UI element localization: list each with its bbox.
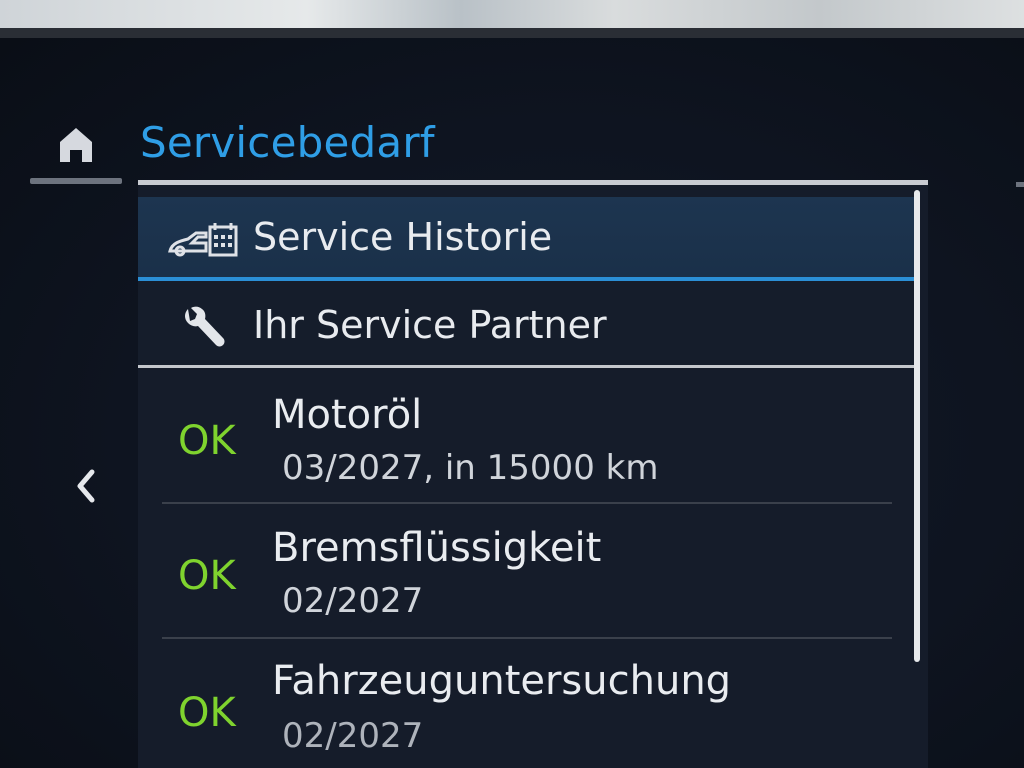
status-ok: OK [178,418,236,464]
car-display-photo: Servicebedarf Service Historie Ihr Servi… [0,0,1024,768]
list-divider [162,637,892,639]
home-icon[interactable] [56,122,96,166]
scrollbar[interactable] [914,190,920,662]
service-item-bremsfluessigkeit[interactable]: OK Bremsflüssigkeit 02/2027 [138,505,916,639]
service-name: Motoröl [272,392,423,438]
service-due: 03/2027, in 15000 km [282,448,659,488]
service-item-motoroel[interactable]: OK Motoröl 03/2027, in 15000 km [138,370,916,504]
car-calendar-icon [168,223,238,257]
service-name: Bremsflüssigkeit [272,525,602,571]
service-item-fahrzeuguntersuchung[interactable]: OK Fahrzeuguntersuchung 02/2027 [138,640,916,768]
status-ok: OK [178,553,236,599]
service-name: Fahrzeuguntersuchung [272,658,732,704]
menu-item-service-historie[interactable]: Service Historie [138,197,916,281]
page-title: Servicebedarf [140,118,435,167]
service-due: 02/2027 [282,581,424,621]
chevron-left-icon[interactable] [72,466,102,506]
side-tab-indicator [1016,182,1024,187]
service-due: 02/2027 [282,716,424,756]
home-tab-indicator [30,178,122,184]
menu-item-label: Service Historie [253,215,553,259]
wrench-icon [185,306,225,347]
service-list-panel: Service Historie Ihr Service Partner OK … [138,180,928,768]
background-room [0,0,1024,30]
menu-item-service-partner[interactable]: Ihr Service Partner [138,281,916,368]
menu-item-label: Ihr Service Partner [253,303,607,347]
list-divider [162,502,892,504]
status-ok: OK [178,690,236,736]
